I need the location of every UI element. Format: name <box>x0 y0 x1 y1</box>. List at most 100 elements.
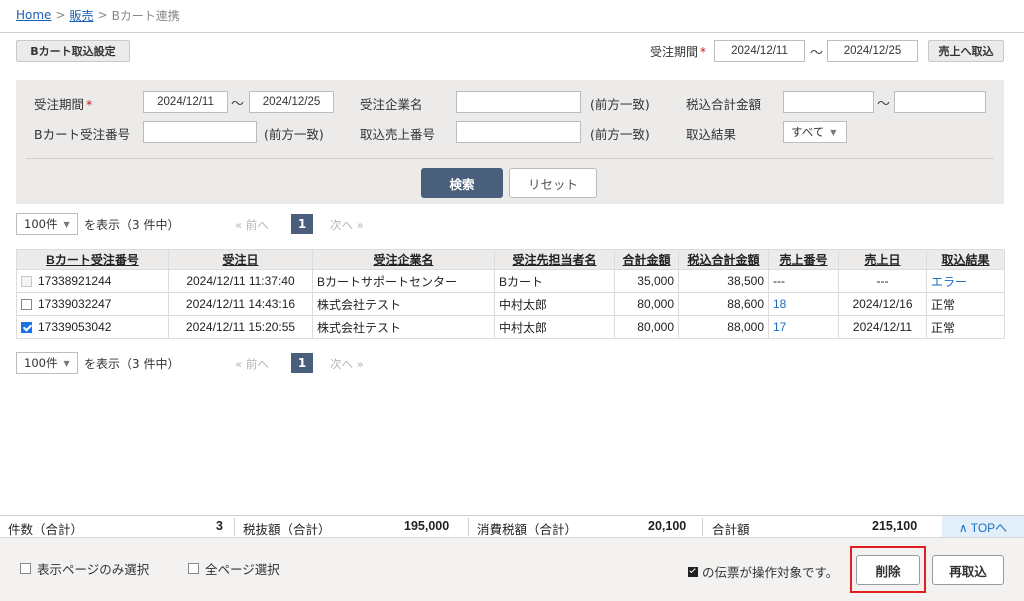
sales-no-link[interactable]: 17 <box>768 315 839 339</box>
table-row: 17339032247 2024/12/11 14:43:16 株式会社テスト … <box>16 292 1005 316</box>
col-header-total[interactable]: 合計金額 <box>614 249 679 270</box>
result-error-link[interactable]: エラー <box>926 269 1005 293</box>
totals-divider <box>468 518 469 536</box>
order-date-cell: 2024/12/11 14:43:16 <box>168 292 313 316</box>
sales-number-input[interactable] <box>456 121 581 143</box>
order-no: 17339032247 <box>38 297 112 311</box>
order-no-cell: 17339053042 <box>16 315 169 339</box>
total-cell: 80,000 <box>614 315 679 339</box>
company-cell: Bカートサポートセンター <box>312 269 495 293</box>
col-header-sales-date[interactable]: 売上日 <box>838 249 927 270</box>
import-result-value: すべて <box>791 125 825 139</box>
header-divider <box>0 32 1024 33</box>
select-all-pages-label: 全ページ選択 <box>205 562 280 577</box>
sales-date-cell: 2024/12/16 <box>838 292 927 316</box>
reset-button[interactable]: リセット <box>509 168 597 198</box>
company-name-input[interactable] <box>456 91 581 113</box>
col-header-company[interactable]: 受注企業名 <box>312 249 495 270</box>
sales-number-hint: (前方一致) <box>590 127 650 142</box>
toolbar-date-to-input[interactable]: 2024/12/25 <box>827 40 918 62</box>
company-name-label: 受注企業名 <box>360 97 423 112</box>
tax-total-from-input[interactable] <box>783 91 874 113</box>
search-date-from-input[interactable]: 2024/12/11 <box>143 91 228 113</box>
row-checkbox[interactable] <box>21 321 32 333</box>
search-date-to-input[interactable]: 2024/12/25 <box>249 91 334 113</box>
import-result-label: 取込結果 <box>686 127 737 142</box>
result-count-label: を表示（3 件中） <box>84 218 180 232</box>
current-page[interactable]: 1 <box>291 214 313 234</box>
order-number-hint: (前方一致) <box>264 127 324 142</box>
breadcrumb: Home > 販売 > Bカート連携 <box>16 6 180 24</box>
pager-top: 100件 ▼ を表示（3 件中） « 前へ 1 次へ » <box>16 213 516 235</box>
contact-cell: 中村太郎 <box>494 315 615 339</box>
import-to-sales-button[interactable]: 売上へ取込 <box>928 40 1004 62</box>
pretax-total-label: 税抜額（合計） <box>243 523 331 537</box>
toolbar-period-label-text: 受注期間 <box>650 45 699 59</box>
result-count-label: を表示（3 件中） <box>84 357 180 371</box>
tax-total-sum-label: 消費税額（合計） <box>477 523 578 537</box>
import-result-select[interactable]: すべて ▼ <box>783 121 847 143</box>
col-header-tax-total[interactable]: 税込合計金額 <box>678 249 769 270</box>
result-cell: 正常 <box>926 315 1005 339</box>
next-page-link[interactable]: 次へ » <box>330 356 364 372</box>
chevron-down-icon: ▼ <box>830 127 837 137</box>
per-page-value: 100件 <box>24 356 58 370</box>
pretax-total-value: 195,000 <box>404 519 450 533</box>
search-period-label-text: 受注期間 <box>34 97 85 112</box>
table-row: 17339053042 2024/12/11 15:20:55 株式会社テスト … <box>16 315 1005 339</box>
back-to-top-link[interactable]: ∧ TOPへ <box>942 516 1024 538</box>
current-page[interactable]: 1 <box>291 353 313 373</box>
count-total-value: 3 <box>216 519 223 533</box>
breadcrumb-sales-link[interactable]: 販売 <box>70 7 94 24</box>
total-cell: 35,000 <box>614 269 679 293</box>
sales-no-link[interactable]: 18 <box>768 292 839 316</box>
sales-no-cell: --- <box>768 269 839 293</box>
order-no-cell: 17338921244 <box>16 269 169 293</box>
grand-total-value: 215,100 <box>872 519 918 533</box>
bcart-import-settings-button[interactable]: Bカート取込設定 <box>16 40 130 62</box>
toolbar-date-from-input[interactable]: 2024/12/11 <box>714 40 805 62</box>
col-header-order-date[interactable]: 受注日 <box>168 249 313 270</box>
search-button[interactable]: 検索 <box>421 168 503 198</box>
per-page-value: 100件 <box>24 217 58 231</box>
tax-total-to-input[interactable] <box>894 91 986 113</box>
search-panel-divider <box>26 158 994 159</box>
select-all-pages-checkbox[interactable] <box>188 563 199 574</box>
sales-number-label: 取込売上番号 <box>360 127 436 142</box>
col-header-order-no[interactable]: Bカート受注番号 <box>16 249 169 270</box>
per-page-select[interactable]: 100件 ▼ <box>16 352 78 374</box>
select-all-pages-option[interactable]: 全ページ選択 <box>188 559 280 578</box>
sales-date-cell: 2024/12/11 <box>838 315 927 339</box>
pager-bottom: 100件 ▼ を表示（3 件中） « 前へ 1 次へ » <box>16 352 516 374</box>
next-page-link[interactable]: 次へ » <box>330 217 364 233</box>
order-date-cell: 2024/12/11 15:20:55 <box>168 315 313 339</box>
totals-bar: 件数（合計） 3 税抜額（合計） 195,000 消費税額（合計） 20,100… <box>0 515 1024 538</box>
row-checkbox[interactable] <box>21 298 32 310</box>
order-number-label: Bカート受注番号 <box>34 127 131 142</box>
tax-total-sum-value: 20,100 <box>648 519 687 533</box>
col-header-sales-no[interactable]: 売上番号 <box>768 249 839 270</box>
breadcrumb-current: Bカート連携 <box>111 8 180 23</box>
total-cell: 80,000 <box>614 292 679 316</box>
tax-total-cell: 88,600 <box>678 292 769 316</box>
prev-page-link[interactable]: « 前へ <box>235 217 269 233</box>
search-period-label: 受注期間 * <box>34 94 92 113</box>
chevron-down-icon: ▼ <box>63 358 70 368</box>
toolbar-period-label: 受注期間 * <box>650 43 706 60</box>
company-cell: 株式会社テスト <box>312 292 495 316</box>
company-name-hint: (前方一致) <box>590 97 650 112</box>
reimport-button[interactable]: 再取込 <box>932 555 1004 585</box>
tax-total-cell: 38,500 <box>678 269 769 293</box>
breadcrumb-home-link[interactable]: Home <box>16 8 51 22</box>
per-page-select[interactable]: 100件 ▼ <box>16 213 78 235</box>
breadcrumb-separator: > <box>97 8 108 22</box>
order-no: 17338921244 <box>38 274 112 288</box>
select-page-only-option[interactable]: 表示ページのみ選択 <box>20 559 149 578</box>
prev-page-link[interactable]: « 前へ <box>235 356 269 372</box>
order-number-input[interactable] <box>143 121 257 143</box>
table-header-row: Bカート受注番号 受注日 受注企業名 受注先担当者名 合計金額 税込合計金額 売… <box>16 249 1005 270</box>
col-header-result[interactable]: 取込結果 <box>926 249 1005 270</box>
col-header-contact[interactable]: 受注先担当者名 <box>494 249 615 270</box>
totals-divider <box>234 518 235 536</box>
select-page-only-checkbox[interactable] <box>20 563 31 574</box>
